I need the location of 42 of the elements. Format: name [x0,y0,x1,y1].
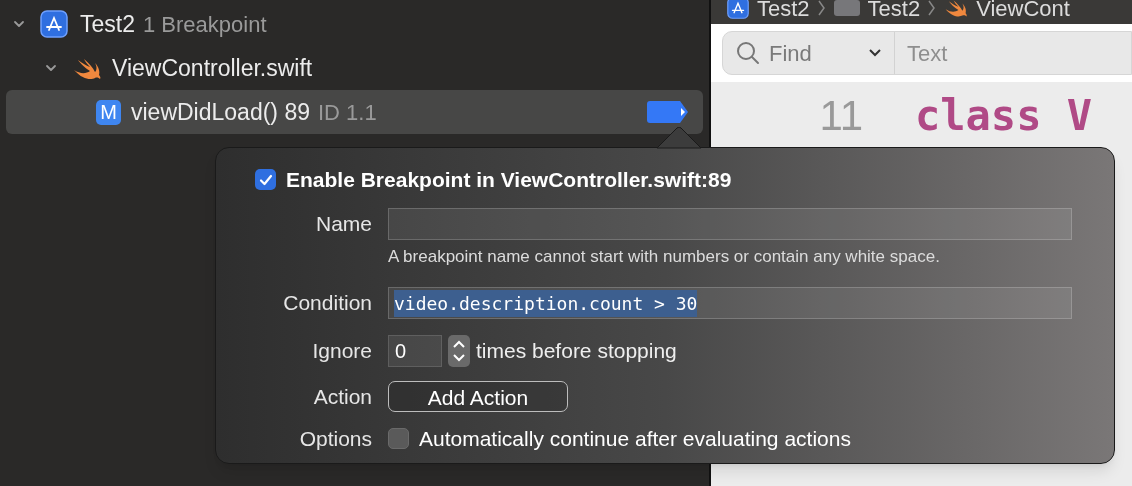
stepper-icon[interactable] [448,335,470,367]
auto-continue-checkbox[interactable] [388,427,409,449]
method-badge: M [96,99,121,125]
breadcrumb-separator-icon [928,0,937,16]
name-label: Name [314,210,372,237]
search-icon [735,40,761,66]
condition-text: video.description.count > 30 [394,289,698,317]
ignore-label: Ignore [311,338,372,365]
enable-checkbox[interactable] [255,169,276,191]
add-action-button[interactable]: Add Action [388,381,568,413]
item-detail: 1 Breakpoint [143,10,267,39]
navigator-row[interactable]: ViewController.swift [6,46,704,90]
breadcrumb-item[interactable]: ViewCont [976,0,1070,24]
navigator-row[interactable]: Test2 1 Breakpoint [6,2,704,46]
condition-label: Condition [282,290,372,317]
item-label: ViewController.swift [112,53,313,83]
breadcrumb-item[interactable]: Test2 [867,0,921,24]
folder-icon [833,0,860,16]
name-hint: A breakpoint name cannot start with numbers or contain any white space. [388,245,941,268]
auto-continue-label: Automatically continue after evaluating actions [419,425,851,452]
enable-label: Enable Breakpoint in ViewController.swift:89 [286,167,732,193]
breakpoint-flag-icon[interactable] [645,101,690,123]
chevron-down-icon [868,48,882,58]
action-label: Action [312,384,372,410]
item-label: Test2 [80,9,135,39]
navigator-row[interactable]: M viewDidLoad() 89 ID 1.1 [6,90,704,134]
line-number: 11 [818,90,863,141]
find-text-field[interactable]: Text [895,36,1131,70]
item-label: viewDidLoad() 89 [131,97,310,127]
find-mode-dropdown[interactable]: Find [723,32,895,74]
app-project-icon [40,10,68,38]
checkmark-icon [258,172,273,187]
breadcrumb-item[interactable]: Test2 [757,0,810,24]
code-text: class V [915,89,1092,142]
ignore-suffix: times before stopping [476,338,677,365]
item-detail: ID 1.1 [318,98,377,127]
swift-bird-icon [944,0,969,18]
find-bar[interactable]: Find Text [722,31,1132,75]
breadcrumb-separator-icon [817,0,826,16]
options-label: Options [298,425,372,452]
app-project-icon [727,0,749,19]
condition-field[interactable]: video.description.count > 30 [388,287,1072,319]
